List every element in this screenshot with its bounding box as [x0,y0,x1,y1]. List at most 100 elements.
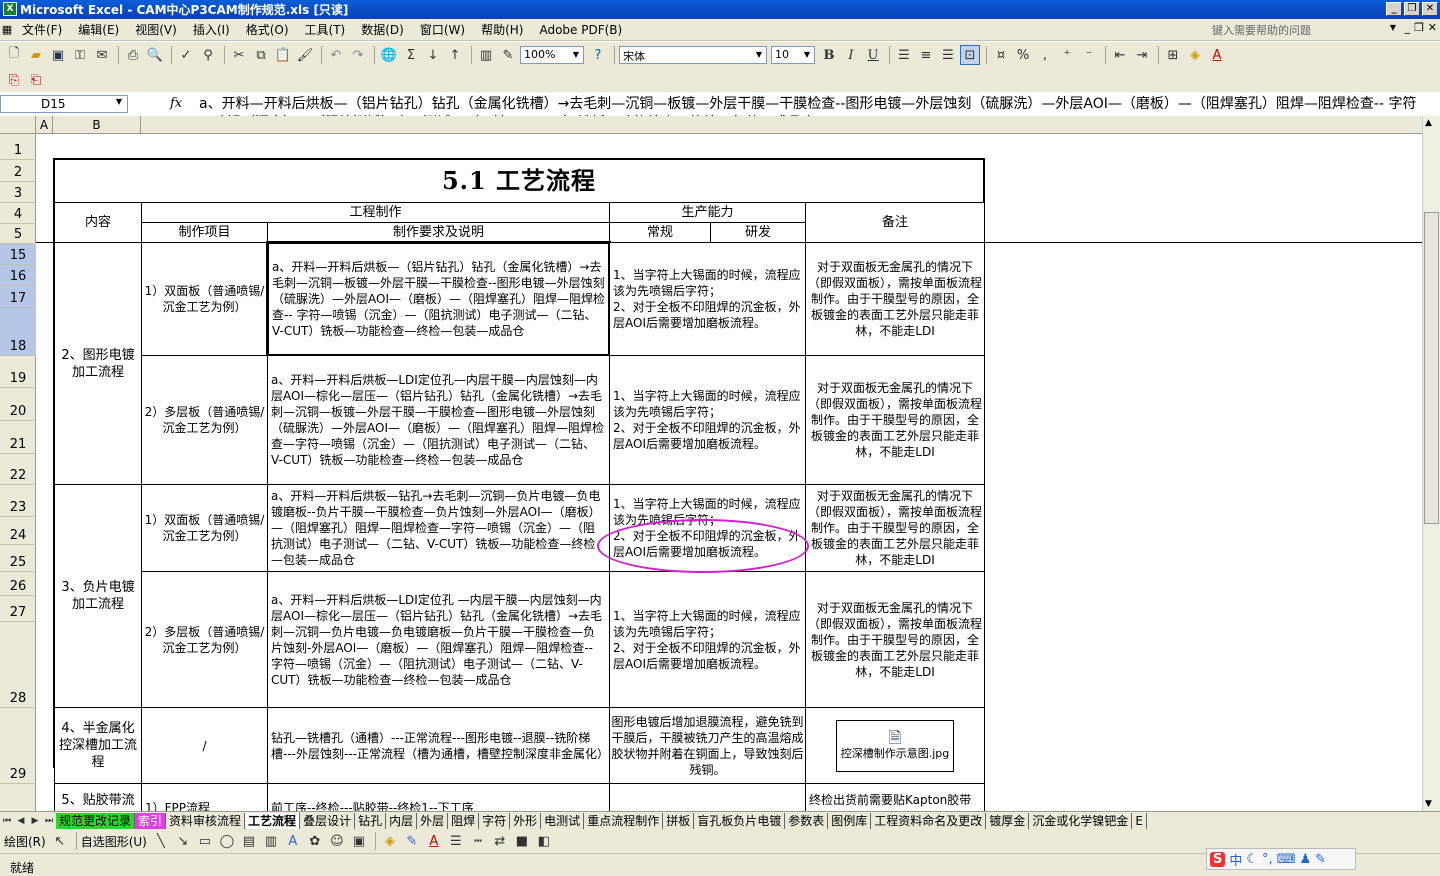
menu-file[interactable]: 文件(F) [14,21,70,38]
tab-change-log[interactable]: 规范更改记录 [56,812,136,829]
clipart-icon[interactable]: ☺ [327,831,347,851]
punctuation-icon[interactable]: °, [1262,852,1273,867]
textbox-icon[interactable]: ▤ [239,831,259,851]
menu-insert[interactable]: 插入(I) [185,21,238,38]
row-header[interactable]: 28 [0,622,36,708]
tab-review-flow[interactable]: 资料审核流程 [166,812,246,829]
draw-menu[interactable]: 绘图(R) [4,833,46,850]
tab-hard-gold[interactable]: 镀厚金 [986,812,1030,829]
header-remark[interactable]: 备注 [805,202,985,243]
scroll-thumb[interactable] [1424,212,1439,524]
chart-wizard-icon[interactable]: ▥ [476,45,496,65]
convert-to-pdf-icon[interactable]: ⎘ [4,70,24,90]
redo-icon[interactable]: ↷ [348,45,368,65]
row-header[interactable]: 2 [0,160,36,182]
tab-naming[interactable]: 工程资料命名及更改 [871,812,987,829]
undo-icon[interactable]: ↶ [326,45,346,65]
doc-close-icon[interactable]: ✕ [1428,21,1437,34]
menu-format[interactable]: 格式(O) [238,21,297,38]
vertical-scrollbar[interactable]: ▲ ▼ [1422,116,1440,811]
autoshapes-menu[interactable]: 自选图形(U) [81,833,147,850]
item-cell[interactable]: 1）FPP流程 [141,783,268,811]
column-header-b[interactable]: B [53,116,141,134]
capacity-cell[interactable] [609,783,806,811]
name-box-dropdown-icon[interactable]: ▼ [116,97,122,106]
arrow-style-icon[interactable]: ⇄ [490,831,510,851]
row-header[interactable]: 25 [0,545,36,572]
tab-process-flow[interactable]: 工艺流程 [245,812,301,829]
restore-button[interactable]: ❐ [1404,2,1420,16]
menu-help[interactable]: 帮助(H) [473,21,531,38]
decrease-indent-icon[interactable]: ⇤ [1110,45,1130,65]
tab-index[interactable]: 索引 [135,812,167,829]
row-header[interactable]: 19 [0,356,36,388]
rectangle-icon[interactable]: ▭ [195,831,215,851]
tab-inner[interactable]: 内层 [386,812,418,829]
remark-cell[interactable]: 对于双面板无金属孔的情况下（即假双面板），需按单面板流程制作。由于干膜型号的原因… [805,571,985,708]
tab-prev-icon[interactable]: ◀ [14,814,28,828]
line-icon[interactable]: ╲ [151,831,171,851]
header-requirement[interactable]: 制作要求及说明 [267,222,610,243]
sogou-icon[interactable]: S [1210,851,1226,867]
paste-icon[interactable]: 📋 [273,45,293,65]
scroll-down-icon[interactable]: ▼ [1425,799,1432,809]
row-header[interactable]: 1 [0,134,36,160]
tab-first-icon[interactable]: ⏮ [0,814,14,828]
dash-style-icon[interactable]: ┅ [468,831,488,851]
3d-icon[interactable]: ◧ [534,831,554,851]
item-cell[interactable]: 2）多层板（普通喷锡/沉金工艺为例） [141,571,268,708]
close-button[interactable]: ✕ [1422,2,1438,16]
header-engineering[interactable]: 工程制作 [141,202,610,223]
font-color-draw-icon[interactable]: A [424,831,444,851]
row-header[interactable]: 22 [0,454,36,485]
menu-window[interactable]: 窗口(W) [412,21,473,38]
capacity-cell[interactable]: 1、当字符上大锡面的时候，流程应该为先喷锡后字符； 2、对于全板不印阻焊的沉金板… [609,242,806,356]
menu-edit[interactable]: 编辑(E) [70,21,127,38]
remark-cell[interactable]: 对于双面板无金属孔的情况下（即假双面板），需按单面板流程制作。由于干膜型号的原因… [805,242,985,356]
borders-icon[interactable]: ⊞ [1163,45,1183,65]
scroll-up-icon[interactable]: ▲ [1425,118,1432,128]
item-cell[interactable]: 1）双面板（普通喷锡/沉金工艺为例） [141,484,268,572]
row-header[interactable]: 17 [0,286,36,308]
spelling-icon[interactable]: ✓ [176,45,196,65]
capacity-cell[interactable]: 图形电镀后增加退膜流程，避免铣到干膜后，干膜被铣刀产生的高温熔成胶状物并附着在铜… [609,707,806,784]
embedded-image-object[interactable]: 🗎 控深槽制作示意图.jpg [836,719,954,772]
align-center-icon[interactable]: ≡ [916,45,936,65]
font-combo[interactable]: 宋体 ▼ [619,46,767,64]
email-icon[interactable]: ✉ [92,45,112,65]
research-icon[interactable]: ⚲ [198,45,218,65]
requirement-cell[interactable]: a、开料—开料后烘板—LDI定位孔—内层干膜—内层蚀刻—内层AOI—棕化—层压—… [267,355,610,485]
minimize-button[interactable]: _ [1386,2,1402,16]
tab-overflow[interactable]: E [1132,812,1147,829]
row-header[interactable]: 16 [0,265,36,286]
hyperlink-icon[interactable]: 🌐 [379,45,399,65]
doc-minimize-icon[interactable]: _ [1405,21,1411,34]
tab-legend-lib[interactable]: 图例库 [828,812,872,829]
requirement-cell[interactable]: 前工序--终检---贴胶带--终检1--下工序 [267,783,610,811]
item-cell[interactable]: / [141,707,268,784]
format-painter-icon[interactable]: 🖌 [295,45,315,65]
italic-button[interactable]: I [841,45,861,65]
sort-descending-icon[interactable]: ↑ [445,45,465,65]
row-header[interactable]: 27 [0,596,36,622]
font-dropdown-icon[interactable]: ▼ [753,48,765,62]
fill-color-draw-icon[interactable]: ◈ [380,831,400,851]
row-header[interactable]: 24 [0,517,36,545]
header-item[interactable]: 制作项目 [141,222,268,243]
vertical-textbox-icon[interactable]: ▥ [261,831,281,851]
tab-blind-hole[interactable]: 盲孔板负片电镀 [694,812,786,829]
align-right-icon[interactable]: ☰ [938,45,958,65]
requirement-cell[interactable]: a、开料—开料后烘板—LDI定位孔 —内层干膜—内层蚀刻—内层AOI—棕化—层压… [267,571,610,708]
fill-color-icon[interactable]: ◈ [1185,45,1205,65]
row-header[interactable]: 23 [0,485,36,517]
select-all-corner[interactable] [0,116,36,134]
row-header[interactable]: 3 [0,182,36,203]
shadow-icon[interactable]: ■ [512,831,532,851]
convert-to-pdf-email-icon[interactable]: ⎗ [26,70,46,90]
row-header[interactable]: 20 [0,388,36,421]
group-pattern-plating[interactable]: 2、图形电镀加工流程 [54,242,142,485]
capacity-cell[interactable]: 1、当字符上大锡面的时候，流程应该为先喷锡后字符； 2、对于全板不印阻焊的沉金板… [609,355,806,485]
arrow-icon[interactable]: ↘ [173,831,193,851]
tab-next-icon[interactable]: ▶ [28,814,42,828]
remark-cell[interactable]: 对于双面板无金属孔的情况下（即假双面板），需按单面板流程制作。由于干膜型号的原因… [805,355,985,485]
